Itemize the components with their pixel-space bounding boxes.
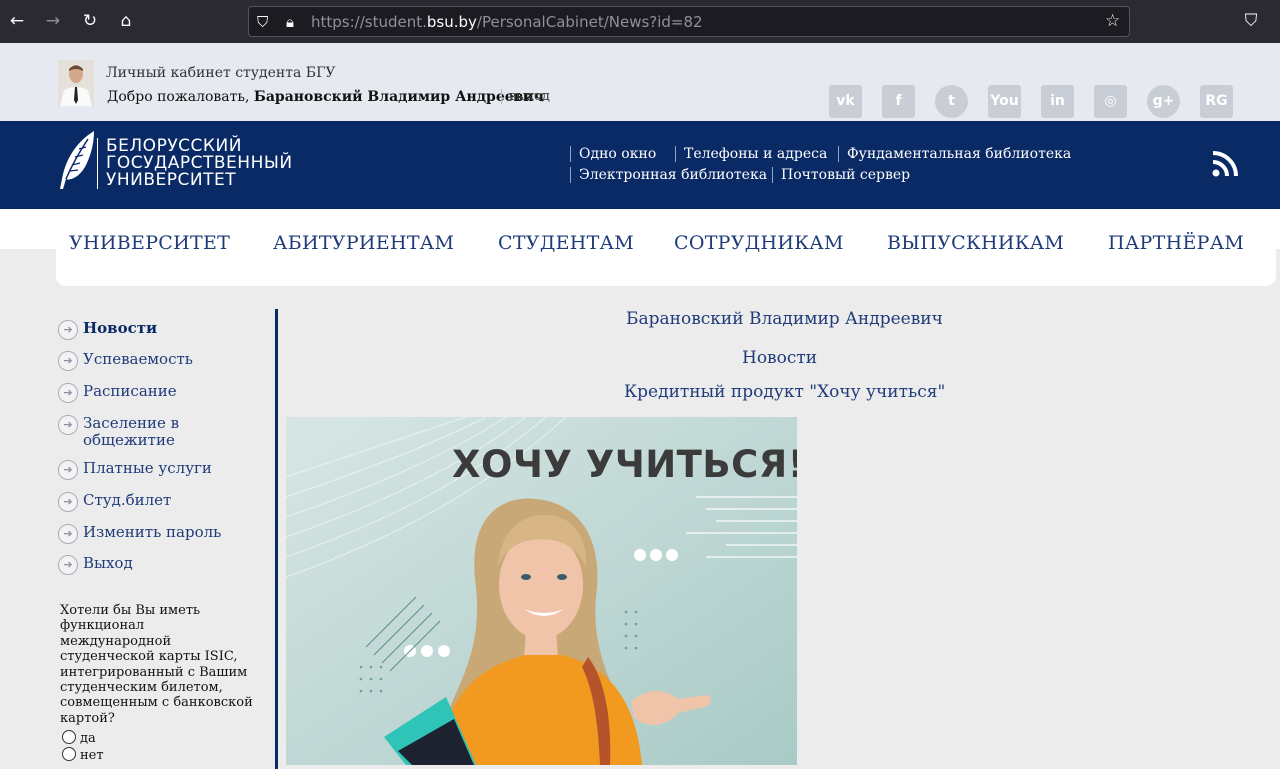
poll-question: Хотели бы Вы иметь функционал международ…: [60, 603, 253, 726]
main-menu-card: [56, 209, 1276, 286]
vk-icon[interactable]: vk: [829, 85, 862, 118]
radio-button[interactable]: [62, 730, 76, 744]
header-link-e-library[interactable]: Электронная библиотека: [570, 167, 767, 183]
googleplus-icon[interactable]: g+: [1147, 85, 1180, 118]
feather-logo-icon[interactable]: [58, 129, 98, 191]
url-text[interactable]: https://student.bsu.by/PersonalCabinet/N…: [311, 13, 703, 31]
student-name-heading: Барановский Владимир Андреевич: [626, 309, 943, 329]
forward-icon[interactable]: →: [42, 10, 64, 32]
pocket-icon[interactable]: ⛉: [1240, 10, 1262, 32]
arrow-right-icon: ➔: [58, 555, 78, 575]
poll-option-no[interactable]: нет: [62, 747, 104, 763]
facebook-icon[interactable]: f: [882, 85, 915, 118]
arrow-right-icon: ➔: [58, 320, 78, 340]
rss-icon[interactable]: [1212, 151, 1238, 177]
menu-university[interactable]: УНИВЕРСИТЕТ: [69, 232, 230, 254]
user-strip: Личный кабинет студента БГУ Добро пожало…: [0, 43, 1280, 121]
browser-toolbar: ← → ↻ ⌂ ⛉ 🔒︎ https://student.bsu.by/Pers…: [0, 0, 1280, 43]
bookmark-star-icon[interactable]: ☆: [1105, 11, 1120, 31]
lock-icon[interactable]: 🔒︎: [286, 13, 294, 31]
back-icon[interactable]: ←: [6, 10, 28, 32]
twitter-icon[interactable]: t: [935, 85, 968, 118]
header-link-phones[interactable]: Телефоны и адреса: [675, 146, 827, 162]
arrow-right-icon: ➔: [58, 492, 78, 512]
menu-students[interactable]: СТУДЕНТАМ: [498, 232, 634, 254]
avatar: [58, 60, 94, 106]
arrow-right-icon: ➔: [58, 524, 78, 544]
banner-headline: ХОЧУ УЧИТЬСЯ!: [452, 443, 797, 486]
cabinet-title: Личный кабинет студента БГУ: [106, 65, 336, 81]
arrow-right-icon: ➔: [58, 415, 78, 435]
sidebar-divider: [275, 309, 278, 769]
menu-applicants[interactable]: АБИТУРИЕНТАМ: [273, 232, 454, 254]
radio-button[interactable]: [62, 747, 76, 761]
university-logo-text[interactable]: БЕЛОРУССКИЙ ГОСУДАРСТВЕННЫЙ УНИВЕРСИТЕТ: [97, 138, 293, 189]
header-link-fundamental-library[interactable]: Фундаментальная библиотека: [838, 146, 1071, 162]
youtube-icon[interactable]: You: [988, 85, 1021, 118]
header-link-mail-server[interactable]: Почтовый сервер: [772, 167, 910, 183]
news-title: Кредитный продукт "Хочу учиться": [624, 382, 946, 402]
section-heading: Новости: [742, 348, 818, 368]
reload-icon[interactable]: ↻: [79, 10, 101, 32]
menu-graduates[interactable]: ВЫПУСКНИКАМ: [887, 232, 1064, 254]
poll-option-yes[interactable]: да: [62, 730, 96, 746]
logout-link[interactable]: выход: [501, 89, 550, 104]
shield-icon[interactable]: ⛉: [257, 13, 268, 31]
site-header: БЕЛОРУССКИЙ ГОСУДАРСТВЕННЫЙ УНИВЕРСИТЕТ …: [0, 121, 1280, 209]
welcome-text: Добро пожаловать, Барановский Владимир А…: [107, 89, 545, 105]
arrow-right-icon: ➔: [58, 383, 78, 403]
news-banner-image: ХОЧУ УЧИТЬСЯ!: [286, 417, 797, 765]
menu-partners[interactable]: ПАРТНЁРАМ: [1108, 232, 1244, 254]
arrow-right-icon: ➔: [58, 351, 78, 371]
researchgate-icon[interactable]: RG: [1200, 85, 1233, 118]
linkedin-icon[interactable]: in: [1041, 85, 1074, 118]
home-icon[interactable]: ⌂: [115, 10, 137, 32]
header-link-one-window[interactable]: Одно окно: [570, 146, 656, 162]
address-bar[interactable]: ⛉ 🔒︎ https://student.bsu.by/PersonalCabi…: [248, 6, 1130, 37]
arrow-right-icon: ➔: [58, 460, 78, 480]
instagram-icon[interactable]: ◎: [1094, 85, 1127, 118]
menu-staff[interactable]: СОТРУДНИКАМ: [674, 232, 844, 254]
